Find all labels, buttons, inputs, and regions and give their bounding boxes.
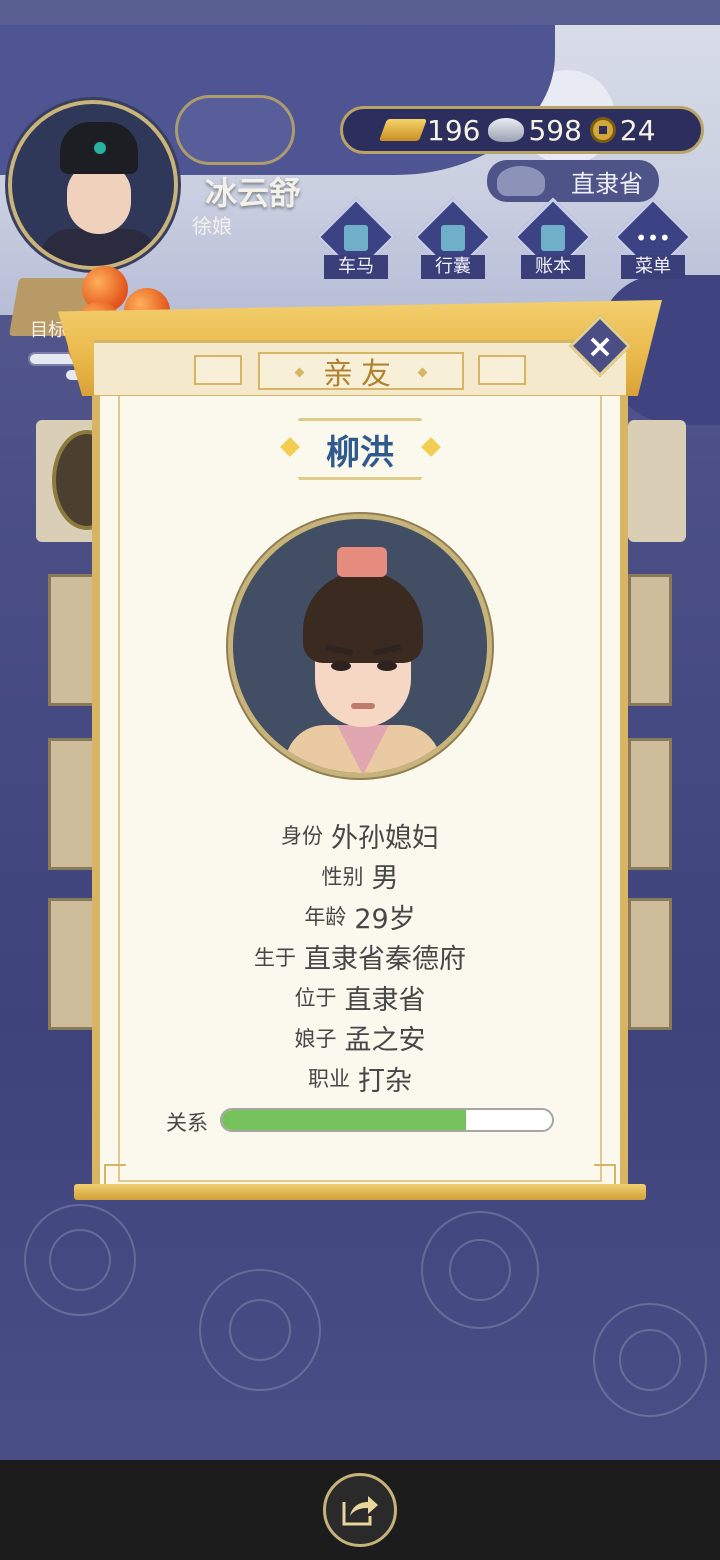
share-icon	[342, 1496, 378, 1526]
nav-label: 菜单	[621, 255, 685, 279]
npc-name: 柳洪	[284, 418, 436, 480]
npc-portrait	[228, 514, 492, 778]
nav-menu-button[interactable]: ••• 菜单	[613, 197, 693, 285]
background-card	[628, 420, 686, 542]
player-title: 徐娘	[192, 214, 232, 238]
header-ornament-left	[194, 355, 242, 385]
info-key: 位于	[294, 986, 337, 1011]
nav-ledger-button[interactable]: 账本	[513, 197, 593, 285]
ledger-icon	[541, 225, 565, 251]
info-key: 生于	[254, 945, 296, 970]
relation-bar	[220, 1108, 554, 1132]
info-value: 直隶省秦德府	[304, 944, 466, 976]
background-card	[628, 574, 672, 706]
relation-label: 关系	[166, 1111, 208, 1135]
info-value: 男	[371, 863, 399, 895]
info-row-birthplace: 生于 直隶省秦德府	[100, 937, 620, 978]
silver-amount: 598	[528, 113, 582, 147]
info-row-identity: 身份 外孙媳妇	[100, 815, 620, 856]
player-avatar[interactable]	[8, 100, 178, 270]
modal-scroll-bottom	[74, 1184, 646, 1200]
nav-bag-button[interactable]: 行囊	[413, 197, 493, 285]
gold-amount: 196	[427, 113, 481, 147]
menu-dots-icon: •••	[635, 226, 671, 250]
info-key: 年龄	[304, 905, 347, 930]
currency-bar: 196 598 24	[340, 106, 704, 154]
share-button[interactable]	[323, 1473, 397, 1547]
info-key: 身份	[281, 824, 323, 849]
modal-title: 亲友	[258, 352, 464, 392]
info-row-occupation: 职业 打杂	[100, 1058, 620, 1099]
relation-bar-fill	[222, 1110, 467, 1130]
name-cloud-decoration	[175, 95, 295, 165]
info-row-gender: 性别 男	[100, 856, 620, 897]
npc-info-list: 身份 外孙媳妇 性别 男 年龄 29岁 生于 直隶省秦德府 位于 直隶省 娘子 …	[100, 815, 620, 1099]
corner-ornament	[104, 1164, 126, 1186]
bag-icon	[441, 225, 465, 251]
corner-ornament	[594, 1164, 616, 1186]
close-icon[interactable]: ×	[578, 324, 622, 368]
background-card	[628, 898, 672, 1030]
mortar-icon	[497, 166, 545, 196]
info-key: 性别	[321, 864, 364, 889]
copper-coin-icon	[589, 117, 616, 143]
copper-amount: 24	[619, 113, 656, 147]
location-button[interactable]: 直隶省	[487, 160, 659, 202]
silver-ingot-icon	[488, 118, 525, 142]
swirl-pattern	[24, 1204, 707, 1417]
gold-ingot-icon	[378, 119, 428, 141]
info-value: 打杂	[358, 1065, 412, 1097]
info-value: 29岁	[354, 903, 416, 935]
location-label: 直隶省	[571, 169, 643, 198]
nav-label: 车马	[324, 255, 388, 279]
background-card	[628, 738, 672, 870]
info-key: 职业	[308, 1067, 350, 1092]
info-value: 直隶省	[344, 984, 426, 1016]
nav-label: 行囊	[421, 255, 485, 279]
info-key: 娘子	[294, 1026, 337, 1051]
info-row-age: 年龄 29岁	[100, 896, 620, 937]
nav-label: 账本	[521, 255, 585, 279]
header-ornament-right	[478, 355, 526, 385]
info-value: 孟之安	[344, 1025, 426, 1057]
player-name: 冰云舒	[205, 174, 302, 212]
info-value: 外孙媳妇	[331, 822, 439, 854]
carriage-icon	[344, 225, 368, 251]
info-row-location: 位于 直隶省	[100, 977, 620, 1018]
info-row-spouse: 娘子 孟之安	[100, 1018, 620, 1059]
nav-carriage-button[interactable]: 车马	[316, 197, 396, 285]
